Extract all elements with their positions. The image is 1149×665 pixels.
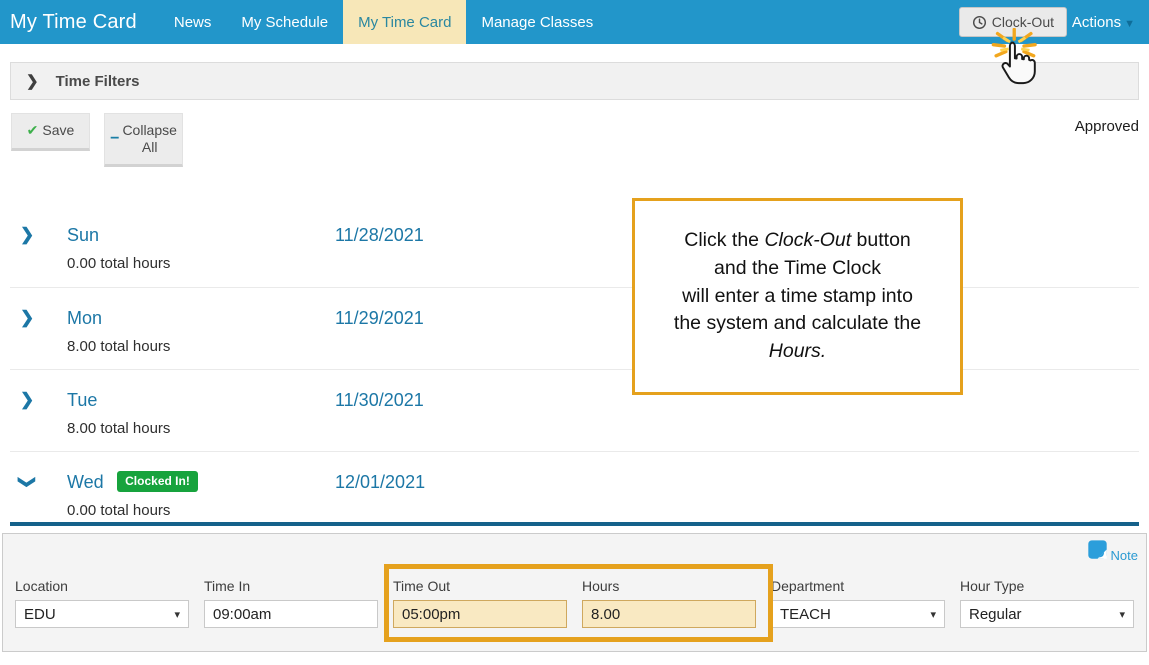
time-out-field: Time Out [393,578,567,628]
time-filters-panel[interactable]: ❯ Time Filters [10,62,1139,100]
day-link[interactable]: Tue [67,390,97,410]
clock-out-button[interactable]: Clock-Out [958,7,1067,37]
chevron-down-icon[interactable] [10,472,67,522]
day-row-main: Sun 0.00 total hours [67,225,170,287]
time-out-input[interactable] [393,600,567,628]
hours-input[interactable] [582,600,756,628]
toolbar: Save Collapse All Approved [11,113,1139,168]
time-in-field: Time In [204,578,378,628]
app-title: My Time Card [10,10,137,33]
note-link[interactable]: Note [1087,539,1138,563]
day-row-sun: Sun 0.00 total hours 11/28/2021 [10,200,1139,288]
day-link[interactable]: Sun [67,225,99,245]
day-row-tue: Tue 8.00 total hours 11/30/2021 [10,370,1139,452]
day-date-link[interactable]: 11/29/2021 [335,308,424,329]
location-label: Location [15,578,68,594]
location-field: Location EDU [15,578,189,628]
day-total-hours: 0.00 total hours [67,502,171,519]
tab-news[interactable]: News [159,0,227,44]
location-select[interactable]: EDU [15,600,189,628]
status-approved: Approved [1074,118,1139,135]
clock-out-label: Clock-Out [991,14,1054,30]
chevron-down-icon: ▼ [1124,17,1135,30]
day-link[interactable]: Mon [67,308,102,328]
minus-icon [110,129,122,149]
save-button[interactable]: Save [11,113,90,151]
tab-manage-classes[interactable]: Manage Classes [466,0,608,44]
day-date-link[interactable]: 11/28/2021 [335,225,424,246]
day-row-main: Mon 8.00 total hours [67,308,170,369]
department-label: Department [771,578,845,594]
time-entry-panel: Note Location EDU Time In Time Out Hours… [2,533,1147,652]
clocked-in-badge: Clocked In! [117,471,198,492]
day-list: Sun 0.00 total hours 11/28/2021 Mon 8.00… [0,200,1149,526]
time-out-label: Time Out [393,578,451,594]
time-filters-title: Time Filters [55,72,140,90]
day-row-main: Wed Clocked In! 0.00 total hours [67,471,198,522]
note-icon [1087,539,1108,563]
collapse-all-label: Collapse All [122,121,177,156]
actions-label: Actions [1071,13,1122,31]
tab-my-schedule[interactable]: My Schedule [226,0,343,44]
time-in-label: Time In [204,578,251,594]
top-nav: My Time Card News My Schedule My Time Ca… [0,0,1149,44]
hour-type-select[interactable]: Regular [960,600,1134,628]
day-total-hours: 8.00 total hours [67,338,171,355]
clock-icon [972,15,987,30]
department-field: Department TEACH [771,578,945,628]
check-icon [27,122,43,140]
callout-line: Click the Clock-Out button [684,229,911,252]
callout-line: and the Time Clock [714,256,881,279]
hour-type-field: Hour Type Regular [960,578,1134,628]
day-row-main: Tue 8.00 total hours [67,390,170,451]
day-total-hours: 0.00 total hours [67,255,171,272]
day-link[interactable]: Wed [67,472,104,492]
department-value: TEACH [780,605,831,623]
save-label: Save [42,122,75,139]
time-in-input[interactable] [204,600,378,628]
expanded-row-divider [10,522,1139,526]
day-date-link[interactable]: 12/01/2021 [335,472,425,493]
callout-line: the system and calculate the [673,312,922,335]
day-total-hours: 8.00 total hours [67,420,171,437]
hours-label: Hours [582,578,620,594]
location-value: EDU [24,605,56,623]
chevron-right-icon[interactable] [10,225,67,287]
note-label: Note [1110,548,1138,563]
chevron-right-icon[interactable] [10,390,67,451]
department-select[interactable]: TEACH [771,600,945,628]
tab-my-time-card[interactable]: My Time Card [343,0,467,44]
callout-line: Hours. [768,340,827,363]
chevron-right-icon: ❯ [26,73,39,90]
day-row-wed: Wed Clocked In! 0.00 total hours 12/01/2… [10,452,1139,522]
instruction-callout: Click the Clock-Out button and the Time … [632,198,963,395]
hour-type-label: Hour Type [960,578,1025,594]
callout-line: will enter a time stamp into [682,284,913,307]
actions-menu[interactable]: Actions ▼ [1072,0,1135,44]
chevron-right-icon[interactable] [10,308,67,369]
day-row-mon: Mon 8.00 total hours 11/29/2021 [10,288,1139,370]
hour-type-value: Regular [969,605,1022,623]
hours-field: Hours [582,578,756,628]
collapse-all-button[interactable]: Collapse All [104,113,183,167]
day-date-link[interactable]: 11/30/2021 [335,390,424,411]
